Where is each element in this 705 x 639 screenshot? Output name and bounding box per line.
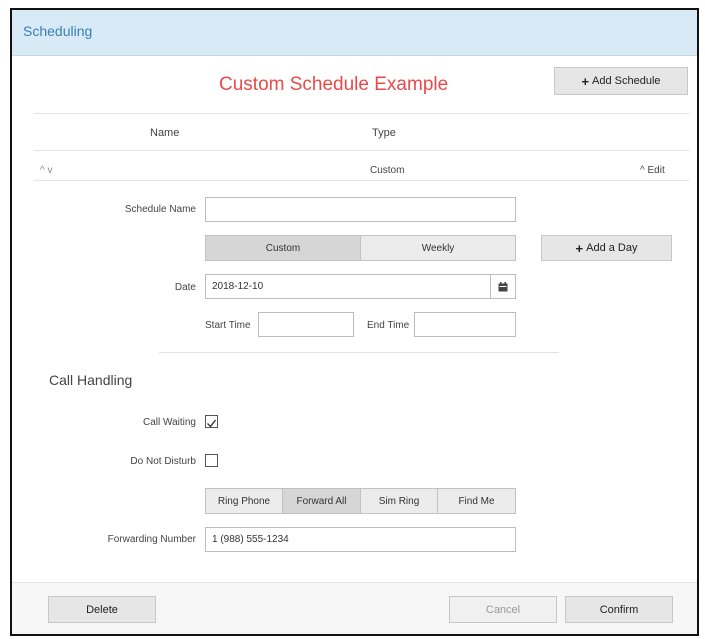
schedule-type-cell: Custom bbox=[370, 165, 405, 176]
option-forward-all[interactable]: Forward All bbox=[283, 489, 361, 513]
checkmark-icon bbox=[207, 419, 217, 428]
start-time-input[interactable] bbox=[258, 312, 354, 337]
confirm-button[interactable]: Confirm bbox=[565, 596, 673, 623]
page-title: Custom Schedule Example bbox=[219, 74, 449, 95]
scheduling-window: Scheduling Custom Schedule Example + Add… bbox=[10, 8, 699, 636]
title-bar: Scheduling bbox=[12, 10, 697, 56]
divider bbox=[34, 150, 689, 151]
date-label: Date bbox=[174, 282, 196, 293]
edit-button[interactable]: ^ Edit bbox=[640, 165, 665, 176]
option-find-me[interactable]: Find Me bbox=[438, 489, 515, 513]
do-not-disturb-checkbox[interactable] bbox=[205, 454, 218, 467]
call-handling-heading: Call Handling bbox=[49, 372, 133, 388]
type-option-custom[interactable]: Custom bbox=[206, 236, 361, 260]
cancel-button[interactable]: Cancel bbox=[449, 596, 557, 623]
window-title: Scheduling bbox=[23, 23, 93, 39]
type-option-weekly[interactable]: Weekly bbox=[361, 236, 515, 260]
add-schedule-button[interactable]: + Add Schedule bbox=[554, 67, 688, 95]
column-header-name: Name bbox=[150, 127, 180, 139]
option-ring-phone[interactable]: Ring Phone bbox=[206, 489, 283, 513]
call-waiting-checkbox[interactable] bbox=[205, 415, 218, 428]
call-handling-options: Ring Phone Forward All Sim Ring Find Me bbox=[205, 488, 516, 514]
add-day-label: Add a Day bbox=[586, 242, 638, 254]
schedule-type-toggle: Custom Weekly bbox=[205, 235, 516, 261]
schedule-name-label: Schedule Name bbox=[124, 204, 196, 215]
add-day-button[interactable]: + Add a Day bbox=[541, 235, 672, 261]
date-input[interactable] bbox=[205, 274, 516, 299]
divider bbox=[34, 113, 689, 114]
option-sim-ring[interactable]: Sim Ring bbox=[361, 489, 438, 513]
add-schedule-label: Add Schedule bbox=[592, 75, 661, 87]
divider bbox=[159, 352, 559, 353]
divider bbox=[34, 180, 689, 181]
chevron-up-icon: ^ bbox=[640, 165, 645, 176]
plus-icon: + bbox=[581, 73, 590, 89]
end-time-label: End Time bbox=[367, 320, 410, 331]
start-time-label: Start Time bbox=[205, 320, 251, 331]
plus-icon: + bbox=[575, 240, 584, 256]
forwarding-number-input[interactable] bbox=[205, 527, 516, 552]
calendar-icon[interactable] bbox=[490, 275, 515, 298]
forwarding-number-label: Forwarding Number bbox=[107, 534, 196, 545]
column-header-type: Type bbox=[372, 127, 396, 139]
schedule-name-input[interactable] bbox=[205, 197, 516, 222]
end-time-input[interactable] bbox=[414, 312, 516, 337]
delete-button[interactable]: Delete bbox=[48, 596, 156, 623]
do-not-disturb-label: Do Not Disturb bbox=[130, 456, 196, 467]
call-waiting-label: Call Waiting bbox=[143, 417, 196, 428]
edit-label: Edit bbox=[647, 165, 665, 176]
sort-arrows-icon[interactable]: ^ v bbox=[40, 165, 52, 176]
